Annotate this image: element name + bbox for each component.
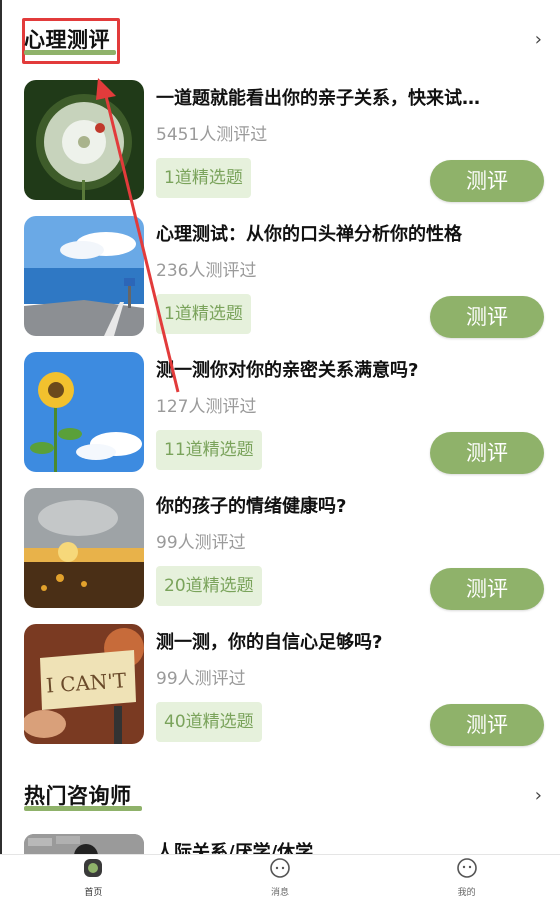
- item-title[interactable]: 一道题就能看出你的亲子关系，快来试…: [156, 84, 536, 110]
- assess-button[interactable]: 测评: [430, 568, 544, 610]
- question-count-tag: 1道精选题: [156, 294, 251, 334]
- item-count: 99人测评过: [156, 669, 246, 689]
- section-header-assessments: 心理测评 ›: [24, 24, 544, 55]
- section-title-counselors: 热门咨询师: [24, 784, 132, 808]
- list-item[interactable]: 一道题就能看出你的亲子关系，快来试… 5451人测评过 1道精选题 测评: [0, 80, 560, 202]
- item-count: 127人测评过: [156, 397, 257, 417]
- profile-icon: [456, 857, 478, 883]
- bottom-tab-bar: 首页 消息 我的: [0, 854, 560, 899]
- chevron-right-icon[interactable]: ›: [535, 785, 542, 806]
- section-header-counselors: 热门咨询师 ›: [24, 780, 544, 811]
- item-count: 236人测评过: [156, 261, 257, 281]
- question-count-tag: 40道精选题: [156, 702, 262, 742]
- question-count-tag: 11道精选题: [156, 430, 262, 470]
- list-item[interactable]: 你的孩子的情绪健康吗? 99人测评过 20道精选题 测评: [0, 488, 560, 610]
- tab-label: 消息: [271, 887, 290, 898]
- message-icon: [269, 857, 291, 883]
- tab-messages[interactable]: 消息: [187, 855, 374, 899]
- counselor-avatar[interactable]: [24, 834, 144, 856]
- assess-button[interactable]: 测评: [430, 432, 544, 474]
- home-icon: [82, 857, 104, 883]
- tab-label: 首页: [84, 887, 103, 898]
- item-title[interactable]: 测一测，你的自信心足够吗?: [156, 628, 536, 654]
- tab-home[interactable]: 首页: [0, 855, 187, 899]
- thumbnail-seaside-road: [24, 216, 144, 336]
- list-item[interactable]: I CAN'T 测一测，你的自信心足够吗? 99人测评过 40道精选题 测评: [0, 624, 560, 746]
- tab-label: 我的: [457, 887, 476, 898]
- tab-profile[interactable]: 我的: [373, 855, 560, 899]
- thumbnail-sunset-field: [24, 488, 144, 608]
- thumbnail-dandelion: [24, 80, 144, 200]
- thumbnail-sunflower: [24, 352, 144, 472]
- assess-button[interactable]: 测评: [430, 296, 544, 338]
- assess-button[interactable]: 测评: [430, 704, 544, 746]
- item-title[interactable]: 测一测你对你的亲密关系满意吗?: [156, 356, 536, 382]
- assess-button[interactable]: 测评: [430, 160, 544, 202]
- section-title-assessments: 心理测评: [24, 28, 110, 52]
- item-count: 5451人测评过: [156, 125, 268, 145]
- list-item[interactable]: 测一测你对你的亲密关系满意吗? 127人测评过 11道精选题 测评: [0, 352, 560, 474]
- question-count-tag: 20道精选题: [156, 566, 262, 606]
- thumbnail-i-cant-note: I CAN'T: [24, 624, 144, 744]
- question-count-tag: 1道精选题: [156, 158, 251, 198]
- item-title[interactable]: 你的孩子的情绪健康吗?: [156, 492, 536, 518]
- item-count: 99人测评过: [156, 533, 246, 553]
- chevron-right-icon[interactable]: ›: [535, 29, 542, 50]
- list-item[interactable]: 心理测试：从你的口头禅分析你的性格 236人测评过 1道精选题 测评: [0, 216, 560, 338]
- item-title[interactable]: 心理测试：从你的口头禅分析你的性格: [156, 220, 536, 246]
